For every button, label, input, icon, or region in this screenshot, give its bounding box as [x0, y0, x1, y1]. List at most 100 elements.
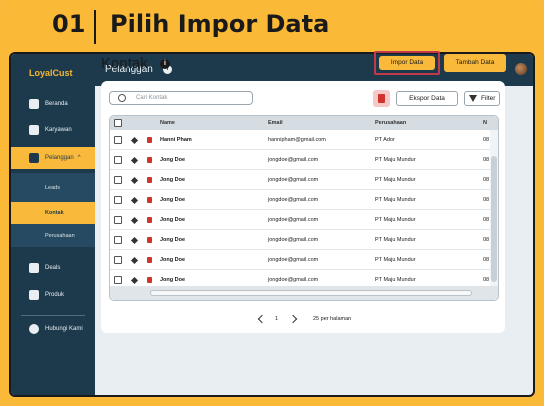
- column-header-name[interactable]: Name: [160, 120, 175, 126]
- step-banner: 01 Pilih Impor Data: [0, 0, 544, 52]
- search-input[interactable]: Cari Kontak: [109, 91, 253, 105]
- vertical-scrollbar[interactable]: [490, 130, 498, 287]
- row-checkbox[interactable]: [114, 236, 122, 244]
- column-header-company[interactable]: Perusahaan: [375, 120, 406, 126]
- sidebar-item-beranda[interactable]: Beranda: [11, 94, 95, 114]
- import-data-button[interactable]: Impor Data: [374, 51, 440, 75]
- step-title: Pilih Impor Data: [110, 10, 330, 38]
- table-row[interactable]: Jong Doe jongdoe@gmail.com PT Maju Mundur 0…: [110, 250, 492, 270]
- cell-company: PT Maju Mundur: [375, 177, 416, 183]
- table-row[interactable]: Hanni Pham hannipham@gmail.com PT Ador 08: [110, 130, 492, 150]
- sidebar-item-hubungi-kami[interactable]: Hubungi Kami: [11, 319, 95, 339]
- delete-icon[interactable]: [147, 277, 152, 283]
- table-row[interactable]: Jong Doe jongdoe@gmail.com PT Maju Mundur 0…: [110, 150, 492, 170]
- delete-icon[interactable]: [147, 237, 152, 243]
- tutorial-frame: 01 Pilih Impor Data LoyalCust Beranda Ka…: [0, 0, 544, 406]
- cell-email: jongdoe@gmail.com: [268, 177, 319, 183]
- step-number: 01: [52, 10, 86, 38]
- chevron-right-icon[interactable]: [288, 314, 298, 324]
- edit-icon[interactable]: [130, 196, 139, 205]
- sidebar-item-label: Beranda: [45, 101, 68, 107]
- sidebar-item-pelanggan[interactable]: Pelanggan ^: [11, 147, 95, 169]
- row-checkbox[interactable]: [114, 156, 122, 164]
- sidebar: LoyalCust Beranda Karyawan Pelanggan ^ L…: [11, 54, 95, 395]
- filter-button[interactable]: Filter: [464, 91, 500, 106]
- table-row[interactable]: Jong Doe jongdoe@gmail.com PT Maju Mundur 0…: [110, 210, 492, 230]
- step-divider: [94, 10, 96, 44]
- sidebar-item-perusahaan[interactable]: Perusahaan: [11, 225, 95, 247]
- cell-name: Jong Doe: [160, 197, 186, 203]
- cell-company: PT Maju Mundur: [375, 277, 416, 283]
- contacts-card: Cari Kontak Ekspor Data Filter Name Emai…: [101, 81, 505, 333]
- row-checkbox[interactable]: [114, 256, 122, 264]
- cell-company: PT Maju Mundur: [375, 157, 416, 163]
- table-row[interactable]: Jong Doe jongdoe@gmail.com PT Maju Mundur 0…: [110, 230, 492, 250]
- cell-extra: 08: [483, 197, 490, 203]
- row-checkbox[interactable]: [114, 196, 122, 204]
- page-title: Kontak: [101, 55, 148, 72]
- avatar[interactable]: [515, 63, 527, 75]
- cell-extra: 08: [483, 277, 490, 283]
- edit-icon[interactable]: [130, 256, 139, 265]
- delete-icon[interactable]: [147, 157, 152, 163]
- cell-email: jongdoe@gmail.com: [268, 197, 319, 203]
- edit-icon[interactable]: [130, 216, 139, 225]
- delete-icon[interactable]: [147, 217, 152, 223]
- vertical-scroll-thumb[interactable]: [491, 156, 497, 282]
- horizontal-scrollbar[interactable]: [110, 286, 498, 300]
- sidebar-subitem-label: Kontak: [45, 210, 64, 216]
- chevron-left-icon[interactable]: [257, 314, 267, 324]
- cell-name: Jong Doe: [160, 277, 186, 283]
- cell-name: Jong Doe: [160, 217, 186, 223]
- cell-name: Jong Doe: [160, 177, 186, 183]
- sidebar-item-leads[interactable]: Leads: [11, 177, 95, 199]
- select-all-checkbox[interactable]: [114, 119, 122, 127]
- cell-company: PT Maju Mundur: [375, 217, 416, 223]
- delete-icon[interactable]: [147, 177, 152, 183]
- table-row[interactable]: Jong Doe jongdoe@gmail.com PT Maju Mundur 0…: [110, 170, 492, 190]
- delete-icon[interactable]: [147, 197, 152, 203]
- edit-icon[interactable]: [130, 176, 139, 185]
- app-logo: LoyalCust: [29, 68, 73, 78]
- sidebar-divider: [21, 315, 85, 316]
- add-data-button[interactable]: Tambah Data: [444, 54, 506, 72]
- cell-company: PT Ador: [375, 137, 395, 143]
- info-icon[interactable]: i: [160, 59, 170, 69]
- per-page-select[interactable]: 25 per halaman: [313, 316, 351, 322]
- delete-icon[interactable]: [147, 257, 152, 263]
- column-header-email[interactable]: Email: [268, 120, 283, 126]
- horizontal-scroll-thumb[interactable]: [150, 290, 472, 296]
- sidebar-item-label: Deals: [45, 265, 61, 271]
- current-page: 1: [275, 316, 279, 322]
- edit-icon[interactable]: [130, 236, 139, 245]
- sidebar-item-karyawan[interactable]: Karyawan: [11, 120, 95, 140]
- export-data-button[interactable]: Ekspor Data: [396, 91, 458, 106]
- delete-button[interactable]: [373, 90, 390, 107]
- row-checkbox[interactable]: [114, 136, 122, 144]
- row-checkbox[interactable]: [114, 176, 122, 184]
- chevron-up-icon: ^: [77, 155, 81, 161]
- sidebar-subitem-label: Perusahaan: [45, 233, 75, 239]
- deals-icon: [29, 263, 39, 273]
- sidebar-item-kontak[interactable]: Kontak: [11, 202, 95, 224]
- import-data-label: Impor Data: [379, 56, 435, 70]
- edit-icon[interactable]: [130, 136, 139, 145]
- pagination: 1 25 per halaman: [101, 314, 505, 326]
- cell-extra: 08: [483, 137, 490, 143]
- sidebar-item-label: Karyawan: [45, 127, 72, 133]
- cell-extra: 08: [483, 257, 490, 263]
- delete-icon[interactable]: [147, 137, 152, 143]
- column-header-extra[interactable]: N: [483, 120, 487, 126]
- sidebar-item-deals[interactable]: Deals: [11, 258, 95, 278]
- row-checkbox[interactable]: [114, 276, 122, 284]
- sidebar-item-produk[interactable]: Produk: [11, 285, 95, 305]
- sidebar-submenu: Leads Kontak Perusahaan: [11, 173, 95, 247]
- cell-name: Jong Doe: [160, 237, 186, 243]
- edit-icon[interactable]: [130, 156, 139, 165]
- table-row[interactable]: Jong Doe jongdoe@gmail.com PT Maju Mundur 0…: [110, 190, 492, 210]
- users-icon: [29, 125, 39, 135]
- edit-icon[interactable]: [130, 276, 139, 285]
- home-icon: [29, 99, 39, 109]
- row-checkbox[interactable]: [114, 216, 122, 224]
- sidebar-subitem-label: Leads: [45, 185, 60, 191]
